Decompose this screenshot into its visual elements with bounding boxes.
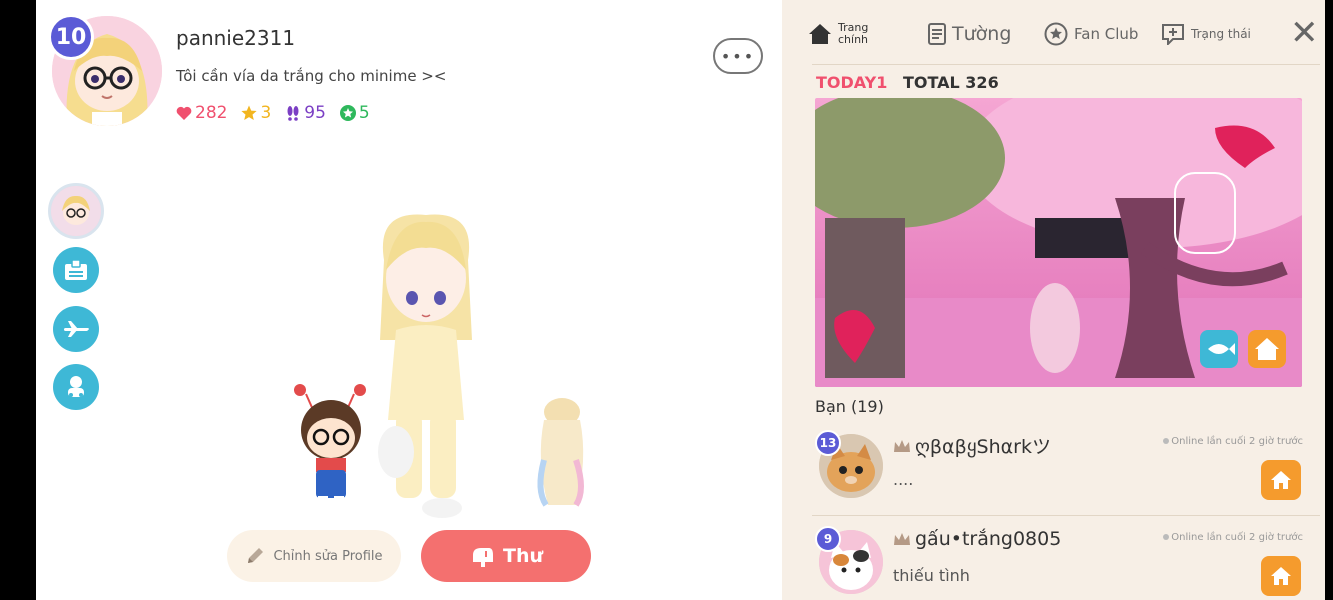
visit-counter: TODAY1 TOTAL 326 [816, 73, 999, 92]
tab-home[interactable]: Trang chính [808, 14, 868, 54]
friend-name-text: ღβαβყЅհαrkツ [915, 436, 1051, 458]
house-icon [1271, 471, 1291, 489]
friend-level-value: 9 [823, 532, 833, 546]
friend-status: Online lần cuối 2 giờ trước [1163, 436, 1303, 447]
room-scene-image [815, 98, 1302, 387]
pencil-icon [248, 548, 264, 563]
stat-clovers-value: 5 [358, 103, 370, 123]
airplane-icon [64, 321, 89, 337]
friend-message: thiếu tình [893, 566, 970, 585]
home-panel: Trang chính Tường Fan Club Trạng thái ✕ … [782, 0, 1325, 600]
friend-status-text: Online lần cuối 2 giờ trước [1171, 436, 1303, 447]
friend-name: gấu•trắng0805 [893, 528, 1061, 550]
friend-list-item[interactable]: 13 ღβαβყЅհαrkツ Online lần cuối 2 giờ trư… [815, 430, 1305, 514]
visit-home-button[interactable] [1261, 460, 1301, 500]
tab-home-label: Trang chính [838, 22, 868, 46]
friend-level-badge: 9 [815, 526, 841, 552]
character-illustration [294, 214, 584, 518]
edit-profile-label: Chỉnh sửa Profile [273, 548, 383, 564]
tab-wall[interactable]: Tường [928, 14, 1011, 54]
profile-bio: Tôi cần vía da trắng cho minime >< [176, 67, 447, 85]
visit-home-button[interactable] [1261, 556, 1301, 596]
today-label: TODAY [816, 73, 877, 92]
id-card-icon [65, 259, 87, 280]
group-icon [68, 376, 84, 397]
profile-panel: 10 pannie2311 Tôi cần vía da trắng cho m… [36, 0, 782, 600]
stat-footprints-value: 95 [304, 103, 326, 123]
close-icon[interactable]: ✕ [1290, 16, 1319, 50]
friend-level-value: 13 [819, 436, 837, 450]
side-avatar-button[interactable] [48, 183, 104, 239]
friends-title: Bạn (19) [815, 397, 884, 416]
status-dot-icon [1163, 534, 1170, 540]
clover-icon [339, 105, 356, 121]
tab-home-label-line2: chính [838, 33, 869, 46]
stat-stars[interactable]: 3 [241, 103, 271, 123]
tab-bar: Trang chính Tường Fan Club Trạng thái ✕ [782, 14, 1325, 54]
friend-status: Online lần cuối 2 giờ trước [1163, 532, 1303, 543]
side-group-button[interactable] [53, 364, 99, 410]
tab-fan-club-label: Fan Club [1074, 25, 1139, 43]
star-badge-icon [1044, 22, 1068, 46]
tab-fan-club[interactable]: Fan Club [1044, 14, 1138, 54]
profile-stats: 282 3 95 5 [176, 103, 370, 123]
friend-divider [812, 515, 1320, 516]
footprint-icon [287, 106, 299, 121]
profile-level-value: 10 [55, 24, 87, 50]
screen: 10 pannie2311 Tôi cần vía da trắng cho m… [0, 0, 1333, 600]
friend-level-badge: 13 [815, 430, 841, 456]
crown-icon [894, 533, 910, 545]
friend-name: ღβαβყЅհαrkツ [893, 432, 1051, 459]
today-value: 1 [876, 73, 888, 92]
friend-name-text: gấu•trắng0805 [915, 528, 1062, 550]
profile-level-badge: 10 [48, 14, 94, 60]
add-status-icon [1162, 24, 1184, 45]
stat-footprints[interactable]: 95 [285, 103, 326, 123]
status-dot-icon [1163, 438, 1170, 444]
friend-status-text: Online lần cuối 2 giờ trước [1171, 532, 1303, 543]
more-options-button[interactable]: ••• [713, 38, 763, 74]
username: pannie2311 [176, 26, 296, 50]
side-badge-button[interactable] [53, 247, 99, 293]
side-plane-button[interactable] [53, 306, 99, 352]
document-icon [928, 23, 946, 45]
mail-label: Thư [502, 545, 543, 567]
tab-wall-label: Tường [952, 23, 1012, 45]
stat-hearts-value: 282 [195, 103, 228, 123]
friend-message: .... [893, 470, 914, 489]
total-label: TOTAL [902, 73, 960, 92]
home-room-preview[interactable] [815, 98, 1302, 387]
tab-divider [812, 64, 1320, 65]
stat-stars-value: 3 [260, 103, 272, 123]
house-icon [809, 24, 831, 44]
mini-avatar-icon [51, 186, 101, 236]
friend-list-item[interactable]: 9 gấu•trắng0805 Online lần cuối 2 giờ tr… [815, 526, 1305, 600]
tab-status[interactable]: Trạng thái [1161, 14, 1251, 54]
tab-status-label: Trạng thái [1191, 27, 1251, 41]
heart-icon [176, 106, 192, 120]
total-value: 326 [965, 73, 999, 92]
avatar-scene [236, 190, 596, 530]
edit-profile-button[interactable]: Chỉnh sửa Profile [227, 530, 401, 582]
mail-button[interactable]: Thư [421, 530, 591, 582]
more-dots-icon: ••• [720, 46, 756, 66]
mailbox-icon [472, 548, 493, 567]
house-icon [1271, 567, 1291, 585]
stat-hearts[interactable]: 282 [176, 103, 227, 123]
crown-icon [894, 439, 910, 452]
stat-clovers[interactable]: 5 [339, 103, 370, 123]
star-icon [241, 105, 258, 120]
